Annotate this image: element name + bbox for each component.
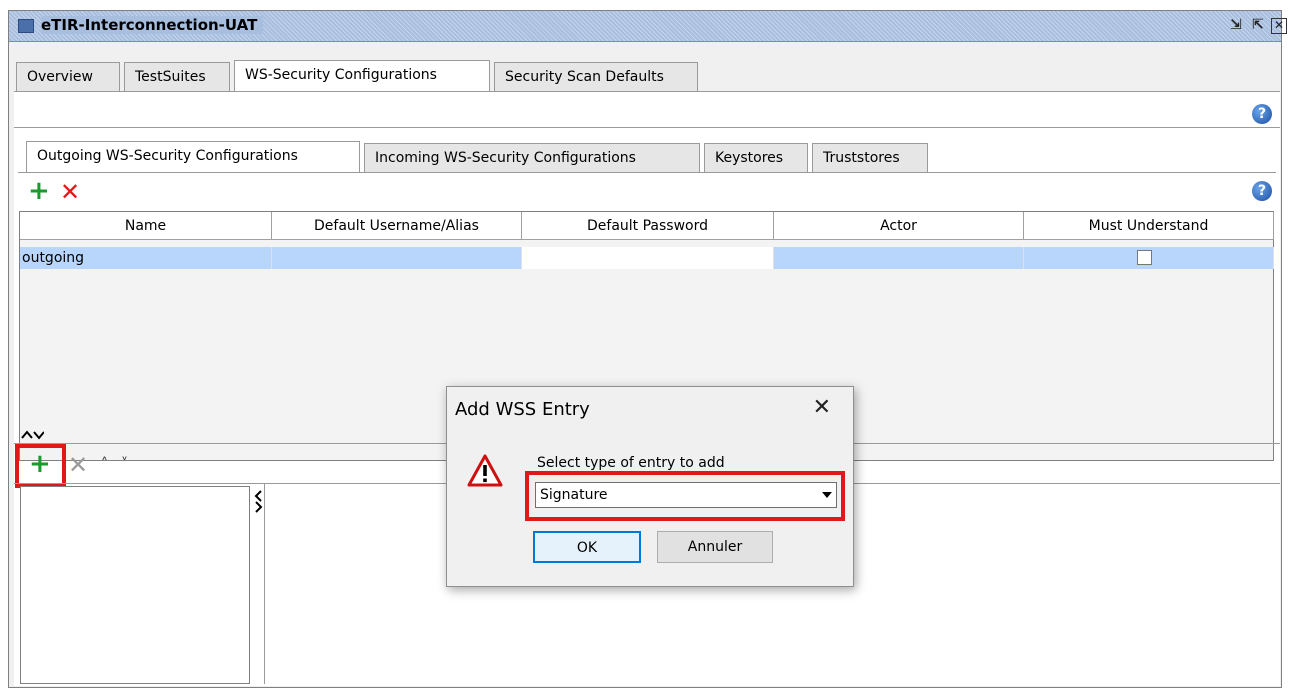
tab-outgoing-ws-security[interactable]: Outgoing WS-Security Configurations — [26, 141, 360, 173]
ok-button[interactable]: OK — [533, 531, 641, 563]
close-icon[interactable]: ✕ — [1271, 18, 1287, 34]
panel-divider — [264, 484, 265, 684]
chevron-down-icon — [822, 492, 832, 498]
collapse-arrows-icon — [254, 490, 263, 513]
cell-username[interactable] — [272, 247, 522, 269]
splitter-handle[interactable] — [20, 426, 45, 440]
tab-divider — [18, 172, 1276, 173]
maximize-icon[interactable]: ⇱ — [1249, 16, 1267, 34]
remove-config-icon[interactable]: ✕ — [60, 180, 80, 204]
add-wss-entry-dialog: Add WSS Entry ✕ Select type of entry to … — [446, 386, 854, 587]
column-header-name[interactable]: Name — [20, 212, 272, 240]
cell-name[interactable]: outgoing — [20, 247, 272, 269]
close-icon[interactable]: ✕ — [813, 395, 831, 420]
cancel-button[interactable]: Annuler — [657, 531, 773, 563]
add-entry-icon[interactable]: + — [29, 451, 51, 477]
tab-ws-security-configurations[interactable]: WS-Security Configurations — [234, 60, 490, 91]
tab-label: TestSuites — [135, 69, 206, 85]
help-icon[interactable]: ? — [1252, 104, 1272, 124]
entry-list[interactable] — [20, 486, 250, 684]
tab-truststores[interactable]: Truststores — [812, 143, 928, 172]
add-config-icon[interactable]: + — [28, 178, 50, 204]
remove-entry-icon[interactable]: ✕ — [68, 453, 88, 477]
help-icon[interactable]: ? — [1252, 181, 1272, 201]
tab-label: Security Scan Defaults — [505, 69, 664, 85]
title-bar: eTIR-Interconnection-UAT ⇲ ⇱ ✕ — [9, 11, 1287, 42]
tab-incoming-ws-security[interactable]: Incoming WS-Security Configurations — [364, 143, 700, 172]
must-understand-checkbox[interactable] — [1137, 250, 1152, 265]
tab-label: WS-Security Configurations — [245, 67, 437, 83]
move-down-icon[interactable]: ˅ — [121, 456, 128, 472]
warning-icon — [467, 454, 503, 487]
cell-password[interactable] — [522, 247, 774, 269]
tab-label: Truststores — [823, 150, 900, 166]
tab-label: Outgoing WS-Security Configurations — [37, 148, 298, 164]
column-header-username[interactable]: Default Username/Alias — [272, 212, 522, 240]
document-icon — [18, 19, 34, 33]
tab-content-top: ? — [14, 91, 1280, 128]
restore-icon[interactable]: ⇲ — [1227, 16, 1245, 34]
tab-label: Incoming WS-Security Configurations — [375, 150, 636, 166]
dialog-title: Add WSS Entry — [455, 399, 590, 420]
window-title: eTIR-Interconnection-UAT — [41, 16, 264, 34]
column-header-actor[interactable]: Actor — [774, 212, 1024, 240]
collapse-panel-handle[interactable] — [253, 488, 263, 514]
splitter-arrows-icon — [21, 430, 45, 440]
tab-label: Overview — [27, 69, 93, 85]
table-row[interactable]: outgoing — [20, 247, 1274, 269]
tab-keystores[interactable]: Keystores — [704, 143, 808, 172]
move-up-icon[interactable]: ˄ — [101, 456, 108, 472]
tab-testsuites[interactable]: TestSuites — [124, 62, 230, 91]
tab-overview[interactable]: Overview — [16, 62, 120, 91]
tab-label: Keystores — [715, 150, 784, 166]
column-header-password[interactable]: Default Password — [522, 212, 774, 240]
entry-type-label: Select type of entry to add — [537, 455, 725, 471]
cell-must-understand — [1024, 247, 1274, 269]
entry-type-select[interactable]: Signature — [535, 482, 837, 508]
cell-actor[interactable] — [774, 247, 1024, 269]
select-value: Signature — [540, 487, 608, 503]
tab-security-scan-defaults[interactable]: Security Scan Defaults — [494, 62, 698, 91]
column-header-must-understand[interactable]: Must Understand — [1024, 212, 1274, 240]
